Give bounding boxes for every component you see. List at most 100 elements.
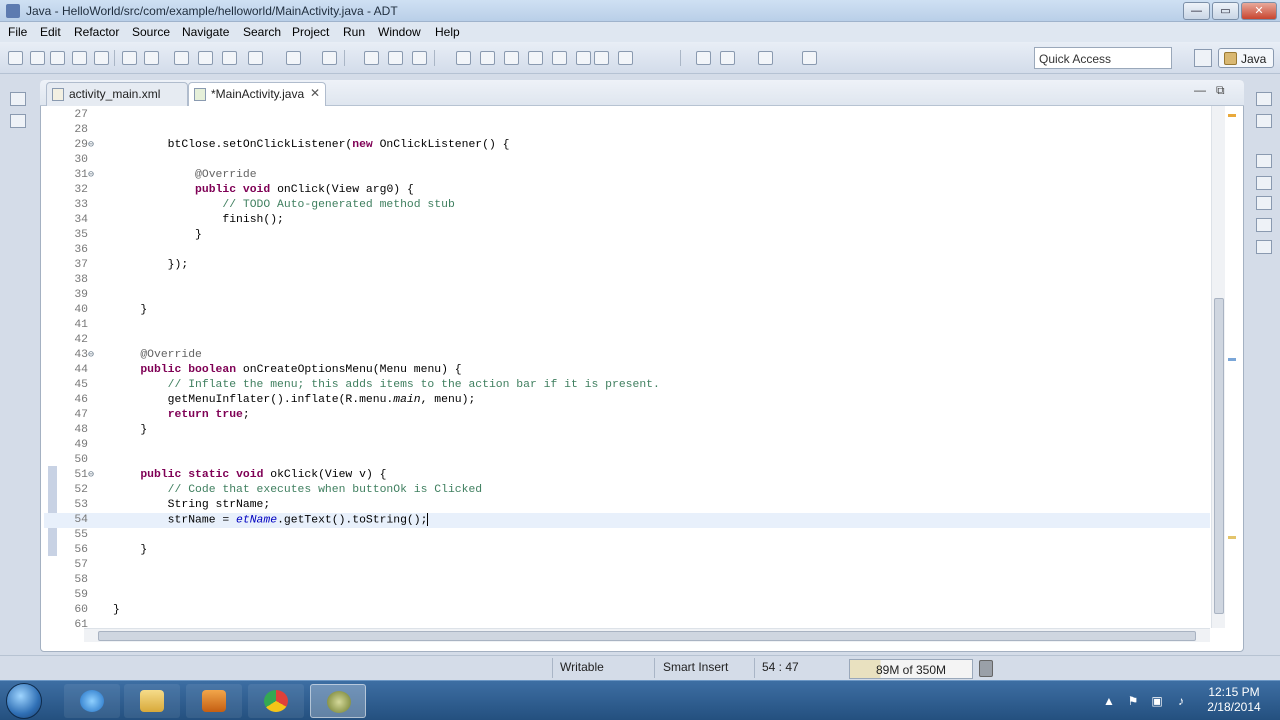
code-text[interactable]: btClose.setOnClickListener(new OnClickLi… [113,138,510,153]
new-android-project-icon[interactable] [198,51,213,65]
status-insert-mode[interactable]: Smart Insert [663,660,728,674]
trash-icon[interactable] [979,660,993,677]
code-line[interactable]: 40 } [44,303,1210,318]
minimize-editor-icon[interactable]: — [1194,83,1206,97]
fold-toggle-icon[interactable]: ⊖ [88,468,98,483]
code-line[interactable]: 46 getMenuInflater().inflate(R.menu.main… [44,393,1210,408]
restore-view-icon[interactable] [1256,154,1272,168]
code-line[interactable]: 45 // Inflate the menu; this adds items … [44,378,1210,393]
restore-view-icon[interactable] [10,92,26,106]
code-text[interactable]: // Code that executes when buttonOk is C… [113,483,482,498]
vertical-scrollbar[interactable] [1211,106,1225,628]
tab-mainactivity-java[interactable]: *MainActivity.java ✕ [188,82,326,106]
forward-arrow-icon[interactable] [758,51,773,65]
outline-view-icon[interactable] [1256,114,1272,128]
taskbar-internet-explorer[interactable] [64,684,120,718]
code-editor[interactable]: 27 28 29 ⊖ btClose.setOnClickListener(new O… [44,106,1210,628]
code-text[interactable]: } [113,228,202,243]
fold-toggle-icon[interactable]: ⊖ [88,168,98,183]
toggle-breadcrumb-icon[interactable] [618,51,633,65]
back-arrow-icon[interactable] [720,51,735,65]
code-line[interactable]: 50 [44,453,1210,468]
code-text[interactable]: finish(); [113,213,284,228]
java-perspective-button[interactable]: Java [1218,48,1274,68]
code-line[interactable]: 58 [44,573,1210,588]
code-line[interactable]: 60} [44,603,1210,618]
menu-edit[interactable]: Edit [40,25,61,39]
heap-status[interactable]: 89M of 350M [849,659,973,679]
code-line[interactable]: 30 [44,153,1210,168]
code-text[interactable]: } [113,543,147,558]
external-tools-icon[interactable] [322,51,337,65]
warning-marker[interactable] [1228,536,1236,539]
dropdown-arrow-icon[interactable] [30,51,45,65]
code-line[interactable]: 41 [44,318,1210,333]
block-selection-icon[interactable] [576,51,591,65]
action-center-icon[interactable]: ⚑ [1126,694,1140,708]
code-text[interactable]: // Inflate the menu; this adds items to … [113,378,660,393]
code-text[interactable]: }); [113,258,189,273]
checkbox-icon[interactable] [174,51,189,65]
print-icon[interactable] [94,51,109,65]
package-explorer-icon[interactable] [10,114,26,128]
javadoc-view-icon[interactable] [1256,196,1272,210]
save-all-icon[interactable] [72,51,87,65]
code-text[interactable]: public static void okClick(View v) { [113,468,386,483]
avd-manager-icon[interactable] [144,51,159,65]
tab-activity-main-xml[interactable]: activity_main.xml [46,82,188,106]
code-line[interactable]: 61 [44,618,1210,628]
code-line[interactable]: 32 public void onClick(View arg0) { [44,183,1210,198]
taskbar-chrome[interactable] [248,684,304,718]
code-line[interactable]: 48 } [44,423,1210,438]
vertical-scroll-thumb[interactable] [1214,298,1224,614]
code-line[interactable]: 42 [44,333,1210,348]
code-line[interactable]: 47 return true; [44,408,1210,423]
open-task-icon[interactable] [412,51,427,65]
pin-editor-icon[interactable] [802,51,817,65]
code-line[interactable]: 35 } [44,228,1210,243]
taskbar-clock[interactable]: 12:15 PM 2/18/2014 [1196,685,1272,715]
search-icon[interactable] [364,51,379,65]
next-annotation-icon[interactable] [480,51,495,65]
occurrence-marker[interactable] [1228,358,1236,361]
code-text[interactable]: public boolean onCreateOptionsMenu(Menu … [113,363,461,378]
lint-icon[interactable] [248,51,263,65]
menu-file[interactable]: File [8,25,27,39]
code-line[interactable]: 49 [44,438,1210,453]
code-text[interactable]: public void onClick(View arg0) { [113,183,414,198]
code-line[interactable]: 37 }); [44,258,1210,273]
code-line[interactable]: 56 } [44,543,1210,558]
minimize-button[interactable]: — [1183,2,1210,20]
code-text[interactable]: @Override [113,168,257,183]
code-line[interactable]: 29 ⊖ btClose.setOnClickListener(new OnCli… [44,138,1210,153]
console-view-icon[interactable] [1256,240,1272,254]
code-line[interactable]: 55 [44,528,1210,543]
open-perspective-icon[interactable] [1194,49,1212,67]
code-line[interactable]: 36 [44,243,1210,258]
code-text[interactable]: } [113,423,147,438]
fold-toggle-icon[interactable]: ⊖ [88,138,98,153]
code-line[interactable]: 57 [44,558,1210,573]
code-text[interactable]: getMenuInflater().inflate(R.menu.main, m… [113,393,476,408]
code-text[interactable]: // TODO Auto-generated method stub [113,198,454,213]
close-button[interactable]: ✕ [1241,2,1277,20]
android-sdk-manager-icon[interactable] [122,51,137,65]
start-button[interactable] [6,683,42,719]
code-text[interactable]: strName = etName.getText().toString(); [113,513,429,529]
taskbar-file-explorer[interactable] [124,684,180,718]
show-whitespace-icon[interactable] [552,51,567,65]
paragraph-icon[interactable] [594,51,609,65]
horizontal-scrollbar[interactable] [84,628,1210,642]
code-line[interactable]: 38 [44,273,1210,288]
volume-icon[interactable]: ♪ [1174,694,1188,708]
code-text[interactable]: String strName; [113,498,271,513]
code-line[interactable]: 43 ⊖ @Override [44,348,1210,363]
show-hidden-icons-icon[interactable]: ▲ [1102,694,1116,708]
maximize-editor-icon[interactable]: ⧉ [1216,83,1225,98]
menu-refactor[interactable]: Refactor [74,25,119,39]
quick-access-input[interactable]: Quick Access [1034,47,1172,69]
menu-project[interactable]: Project [292,25,329,39]
maximize-button[interactable]: ▭ [1212,2,1239,20]
warning-marker[interactable] [1228,114,1236,117]
fold-toggle-icon[interactable]: ⊖ [88,348,98,363]
